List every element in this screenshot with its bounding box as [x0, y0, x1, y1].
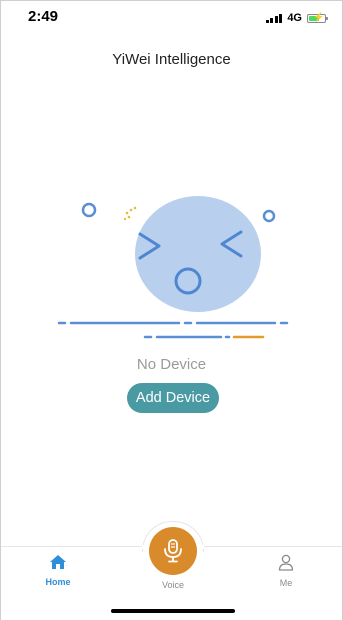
no-device-message: No Device — [136, 356, 207, 373]
tab-me[interactable]: Me — [256, 554, 316, 588]
status-time: 2:49 — [28, 8, 59, 25]
home-indicator — [111, 609, 235, 613]
deco-circle-left — [81, 202, 97, 218]
battery-icon: ⚡ — [307, 12, 328, 23]
face-circle — [135, 196, 261, 312]
tab-voice-label: Voice — [161, 580, 185, 590]
tab-home-label: Home — [45, 577, 71, 587]
home-icon — [50, 555, 66, 569]
app-screen: 2:49 4G ⚡ YiWei Intelligence No Device A… — [0, 0, 343, 620]
surprised-face-icon — [57, 196, 289, 339]
add-device-button[interactable]: Add Device — [127, 383, 219, 413]
status-bar: 2:49 4G ⚡ — [1, 1, 342, 35]
signal-icon — [265, 13, 283, 23]
tab-me-label: Me — [279, 578, 293, 588]
user-icon — [278, 554, 294, 571]
tab-voice[interactable]: Voice — [143, 578, 203, 590]
page-title: YiWei Intelligence — [112, 51, 231, 68]
sparkle-icon — [123, 206, 137, 221]
deco-circle-right — [262, 209, 276, 223]
network-type: 4G — [287, 12, 302, 24]
tab-home[interactable]: Home — [28, 554, 88, 587]
status-indicators: 4G ⚡ — [265, 11, 328, 25]
ground-lines — [57, 321, 289, 339]
microphone-icon — [164, 539, 182, 563]
voice-button[interactable] — [149, 527, 197, 575]
